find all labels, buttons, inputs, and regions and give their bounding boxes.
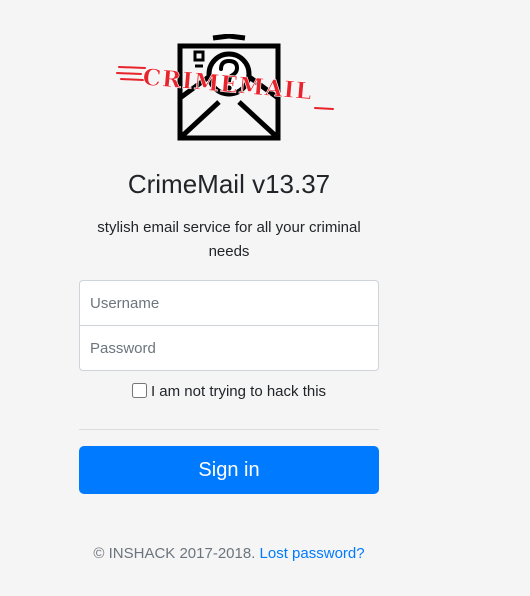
lost-password-link[interactable]: Lost password? [260, 545, 365, 562]
sign-in-button[interactable]: Sign in [79, 446, 379, 494]
login-page: CRIMEMAIL CrimeMail v13.37 stylish email… [0, 0, 530, 596]
not-hacking-checkbox-row: I am not trying to hack this [0, 381, 458, 403]
copyright-text: © INSHACK 2017-2018. [93, 545, 256, 562]
page-title: CrimeMail v13.37 [127, 169, 331, 199]
not-hacking-label-text: I am not trying to hack this [150, 383, 327, 400]
username-field[interactable] [79, 280, 379, 326]
not-hacking-label[interactable]: I am not trying to hack this [131, 383, 327, 400]
divider [79, 429, 379, 430]
password-field[interactable] [79, 325, 379, 371]
page-subtitle: stylish email service for all your crimi… [97, 219, 361, 260]
not-hacking-checkbox[interactable] [131, 383, 147, 398]
envelope-question-icon: CRIMEMAIL [116, 34, 334, 141]
footer: © INSHACK 2017-2018. Lost password? [0, 543, 458, 565]
